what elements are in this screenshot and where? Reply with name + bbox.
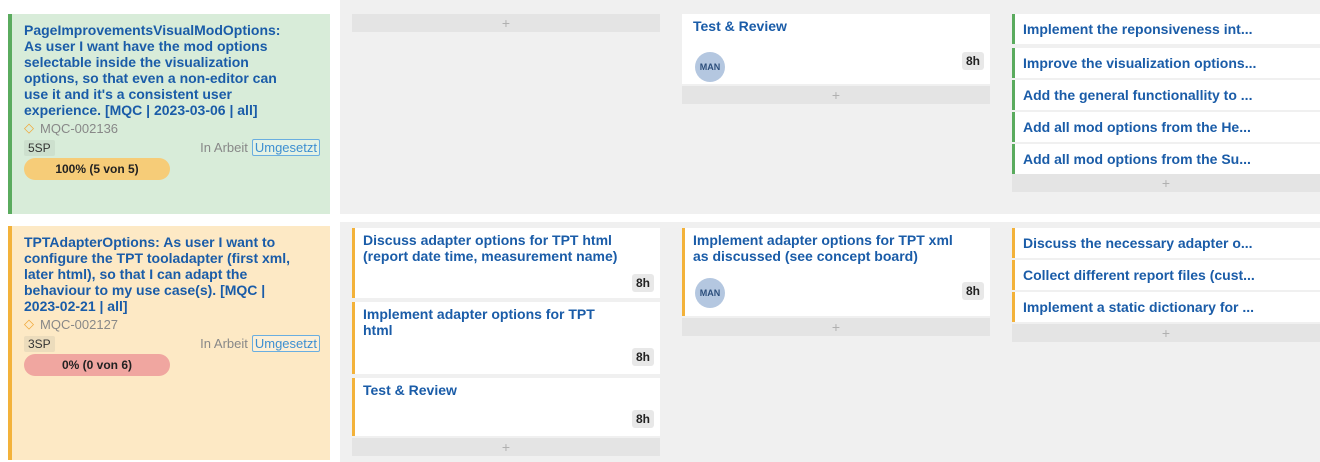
add-task-button[interactable]: + [352, 14, 660, 32]
task-card[interactable]: Add all mod options from the Su... [1012, 144, 1320, 174]
task-card[interactable]: Discuss the necessary adapter o... [1012, 228, 1320, 258]
status-badge[interactable]: Umgesetzt [251, 335, 320, 352]
story-card[interactable]: TPTAdapterOptions: As user I want to con… [8, 226, 330, 460]
task-card[interactable]: Add all mod options from the He... [1012, 112, 1320, 142]
story-title[interactable]: TPTAdapterOptions: As user I want to con… [24, 234, 294, 314]
task-card[interactable]: Collect different report files (cust... [1012, 260, 1320, 290]
story-points-badge: 5SP [24, 139, 55, 156]
add-task-button[interactable]: + [1012, 174, 1320, 192]
story-meta: 3SP In Arbeit Umgesetzt [24, 335, 320, 352]
hours-badge: 8h [961, 282, 984, 300]
swimlane-separator [340, 214, 1320, 222]
story-meta: 5SP In Arbeit Umgesetzt [24, 139, 320, 156]
task-title[interactable]: Test & Review [693, 18, 982, 34]
task-card[interactable]: Test & Review 8h [352, 378, 660, 436]
avatar[interactable]: MAN [695, 52, 725, 82]
diamond-icon: ◇ [24, 120, 34, 135]
add-task-button[interactable]: + [1012, 324, 1320, 342]
task-title[interactable]: Test & Review [363, 382, 652, 398]
task-card[interactable]: Improve the visualization options... [1012, 48, 1320, 78]
story-card[interactable]: PageImprovementsVisualModOptions: As use… [8, 14, 330, 214]
hours-badge: 8h [631, 274, 654, 292]
task-card[interactable]: Add the general functionallity to ... [1012, 80, 1320, 110]
story-points-badge: 3SP [24, 335, 55, 352]
hours-badge: 8h [961, 52, 984, 70]
status-badge[interactable]: Umgesetzt [251, 139, 320, 156]
story-id: ◇ MQC-002136 [24, 120, 320, 136]
progress-pill: 100% (5 von 5) [24, 158, 170, 180]
story-id-text: MQC-002136 [40, 120, 119, 136]
avatar[interactable]: MAN [695, 278, 725, 308]
add-task-button[interactable]: + [352, 438, 660, 456]
task-card[interactable]: Discuss adapter options for TPT html (re… [352, 228, 660, 298]
diamond-icon: ◇ [24, 316, 34, 331]
story-id: ◇ MQC-002127 [24, 316, 320, 332]
task-card[interactable]: Implement adapter options for TPT xml as… [682, 228, 990, 316]
hours-badge: 8h [631, 410, 654, 428]
task-card[interactable]: Implement adapter options for TPT html 8… [352, 302, 660, 374]
status-text: In Arbeit [200, 140, 248, 155]
progress-pill: 0% (0 von 6) [24, 354, 170, 376]
status-text: In Arbeit [200, 336, 248, 351]
task-card[interactable]: Implement the reponsiveness int... [1012, 14, 1320, 44]
hours-badge: 8h [631, 348, 654, 366]
add-task-button[interactable]: + [682, 318, 990, 336]
task-card[interactable]: Test & Review MAN 8h [682, 14, 990, 84]
task-title[interactable]: Implement adapter options for TPT xml as… [693, 232, 953, 264]
task-title[interactable]: Discuss adapter options for TPT html (re… [363, 232, 652, 264]
task-title[interactable]: Implement adapter options for TPT html [363, 306, 623, 338]
story-title[interactable]: PageImprovementsVisualModOptions: As use… [24, 22, 294, 118]
add-task-button[interactable]: + [682, 86, 990, 104]
task-card[interactable]: Implement a static dictionary for ... [1012, 292, 1320, 322]
story-id-text: MQC-002127 [40, 316, 119, 332]
